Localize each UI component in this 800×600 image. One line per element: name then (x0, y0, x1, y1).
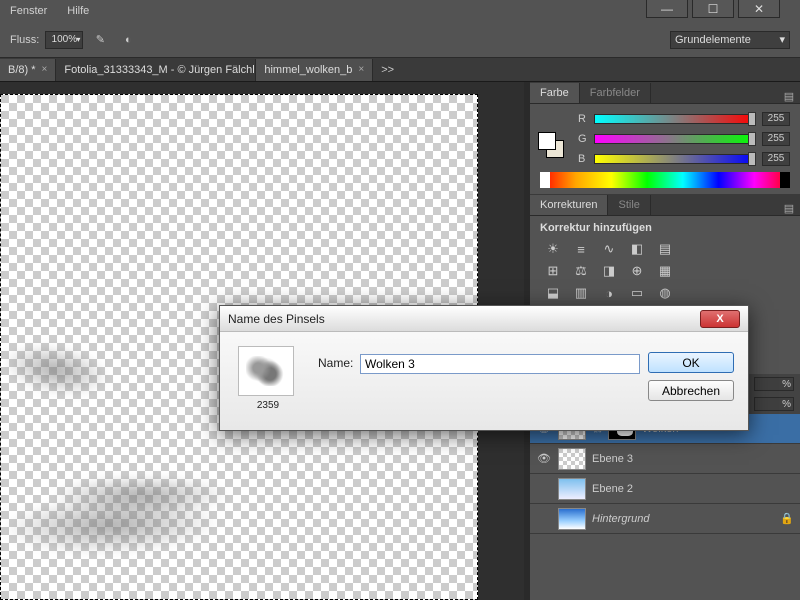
brush-preview-image (238, 346, 294, 396)
brush-name-dialog: Name des Pinsels X 2359 Name: OK Abbrech… (219, 305, 749, 431)
dialog-body: 2359 Name: OK Abbrechen (220, 332, 748, 430)
dialog-title: Name des Pinsels (228, 312, 325, 326)
brush-preview: 2359 (238, 346, 298, 416)
dialog-close-button[interactable]: X (700, 310, 740, 328)
ok-button[interactable]: OK (648, 352, 734, 373)
brush-name-input[interactable] (360, 354, 640, 374)
dialog-titlebar[interactable]: Name des Pinsels X (220, 306, 748, 332)
cancel-button[interactable]: Abbrechen (648, 380, 734, 401)
dialog-overlay: Name des Pinsels X 2359 Name: OK Abbrech… (0, 0, 800, 600)
brush-size-label: 2359 (238, 400, 298, 411)
name-label: Name: (318, 356, 353, 370)
